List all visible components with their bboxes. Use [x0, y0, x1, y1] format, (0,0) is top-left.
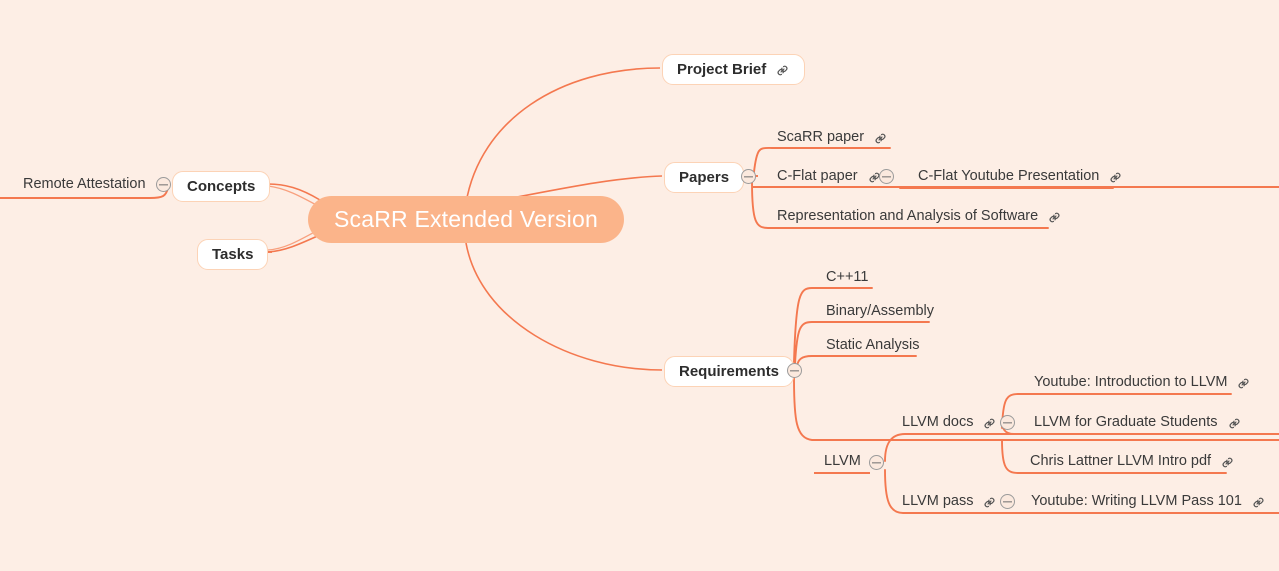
node-scarr-paper[interactable]: ScaRR paper — [777, 129, 888, 145]
link-icon[interactable] — [1108, 170, 1123, 185]
node-label: Chris Lattner LLVM Intro pdf — [1030, 453, 1212, 469]
link-icon[interactable] — [982, 416, 997, 431]
node-representation-analysis-software[interactable]: Representation and Analysis of Software — [777, 208, 1062, 224]
node-llvm[interactable]: LLVM — [824, 453, 861, 469]
root-label: ScaRR Extended Version — [334, 206, 598, 232]
node-label: LLVM pass — [902, 493, 974, 509]
node-chris-lattner-llvm-intro-pdf[interactable]: Chris Lattner LLVM Intro pdf — [1030, 453, 1235, 469]
node-llvm-pass[interactable]: LLVM pass — [902, 493, 997, 509]
node-label: LLVM — [824, 453, 861, 469]
node-cflat-youtube-presentation[interactable]: C-Flat Youtube Presentation — [918, 168, 1123, 184]
node-label: Requirements — [679, 363, 780, 380]
node-cflat-paper[interactable]: C-Flat paper — [777, 168, 882, 184]
node-youtube-writing-llvm-pass-101[interactable]: Youtube: Writing LLVM Pass 101 — [1031, 493, 1266, 509]
node-label: C++11 — [826, 269, 869, 285]
node-label: Tasks — [212, 246, 254, 263]
node-youtube-introduction-to-llvm[interactable]: Youtube: Introduction to LLVM — [1034, 374, 1251, 390]
node-cpp11[interactable]: C++11 — [826, 269, 868, 285]
node-label: Youtube: Writing LLVM Pass 101 — [1031, 493, 1242, 509]
link-icon[interactable] — [1251, 495, 1266, 510]
collapse-minus-icon-llvm[interactable] — [869, 455, 884, 470]
node-requirements[interactable]: Requirements — [664, 356, 795, 387]
node-label: LLVM docs — [902, 414, 974, 430]
node-remote-attestation[interactable]: Remote Attestation — [23, 176, 146, 192]
node-tasks[interactable]: Tasks — [197, 239, 269, 270]
collapse-minus-icon-concepts[interactable] — [156, 177, 171, 192]
node-label: Papers — [679, 169, 730, 186]
link-icon[interactable] — [1047, 210, 1062, 225]
link-icon[interactable] — [1220, 455, 1235, 470]
collapse-minus-icon-llvm-docs[interactable] — [1000, 415, 1015, 430]
node-label: Binary/Assembly — [826, 303, 934, 319]
node-label: Representation and Analysis of Software — [777, 208, 1039, 224]
node-concepts[interactable]: Concepts — [172, 171, 271, 202]
node-label: Remote Attestation — [23, 176, 146, 192]
link-icon[interactable] — [873, 131, 888, 146]
root-node[interactable]: ScaRR Extended Version — [308, 196, 624, 243]
mindmap-canvas: ScaRR Extended Version Remote Attestatio… — [0, 0, 1279, 571]
node-label: Youtube: Introduction to LLVM — [1034, 374, 1228, 390]
node-label: C-Flat paper — [777, 168, 858, 184]
node-label: Project Brief — [677, 61, 767, 78]
node-project-brief[interactable]: Project Brief — [662, 54, 806, 85]
link-icon[interactable] — [775, 63, 790, 78]
node-binary-assembly[interactable]: Binary/Assembly — [826, 303, 934, 319]
node-label: ScaRR paper — [777, 129, 865, 145]
node-label: LLVM for Graduate Students — [1034, 414, 1218, 430]
link-icon[interactable] — [1236, 376, 1251, 391]
node-static-analysis[interactable]: Static Analysis — [826, 337, 920, 353]
collapse-minus-icon-llvm-pass[interactable] — [1000, 494, 1015, 509]
collapse-minus-icon-papers[interactable] — [741, 169, 756, 184]
node-llvm-docs[interactable]: LLVM docs — [902, 414, 997, 430]
collapse-minus-icon-cflat-paper[interactable] — [879, 169, 894, 184]
link-icon[interactable] — [1227, 416, 1242, 431]
node-label: C-Flat Youtube Presentation — [918, 168, 1100, 184]
node-papers[interactable]: Papers — [664, 162, 745, 193]
connector-lines — [0, 67, 1279, 514]
link-icon[interactable] — [982, 495, 997, 510]
node-label: Concepts — [187, 178, 256, 195]
collapse-minus-icon-requirements[interactable] — [787, 363, 802, 378]
node-llvm-for-graduate-students[interactable]: LLVM for Graduate Students — [1034, 414, 1242, 430]
node-label: Static Analysis — [826, 337, 920, 353]
